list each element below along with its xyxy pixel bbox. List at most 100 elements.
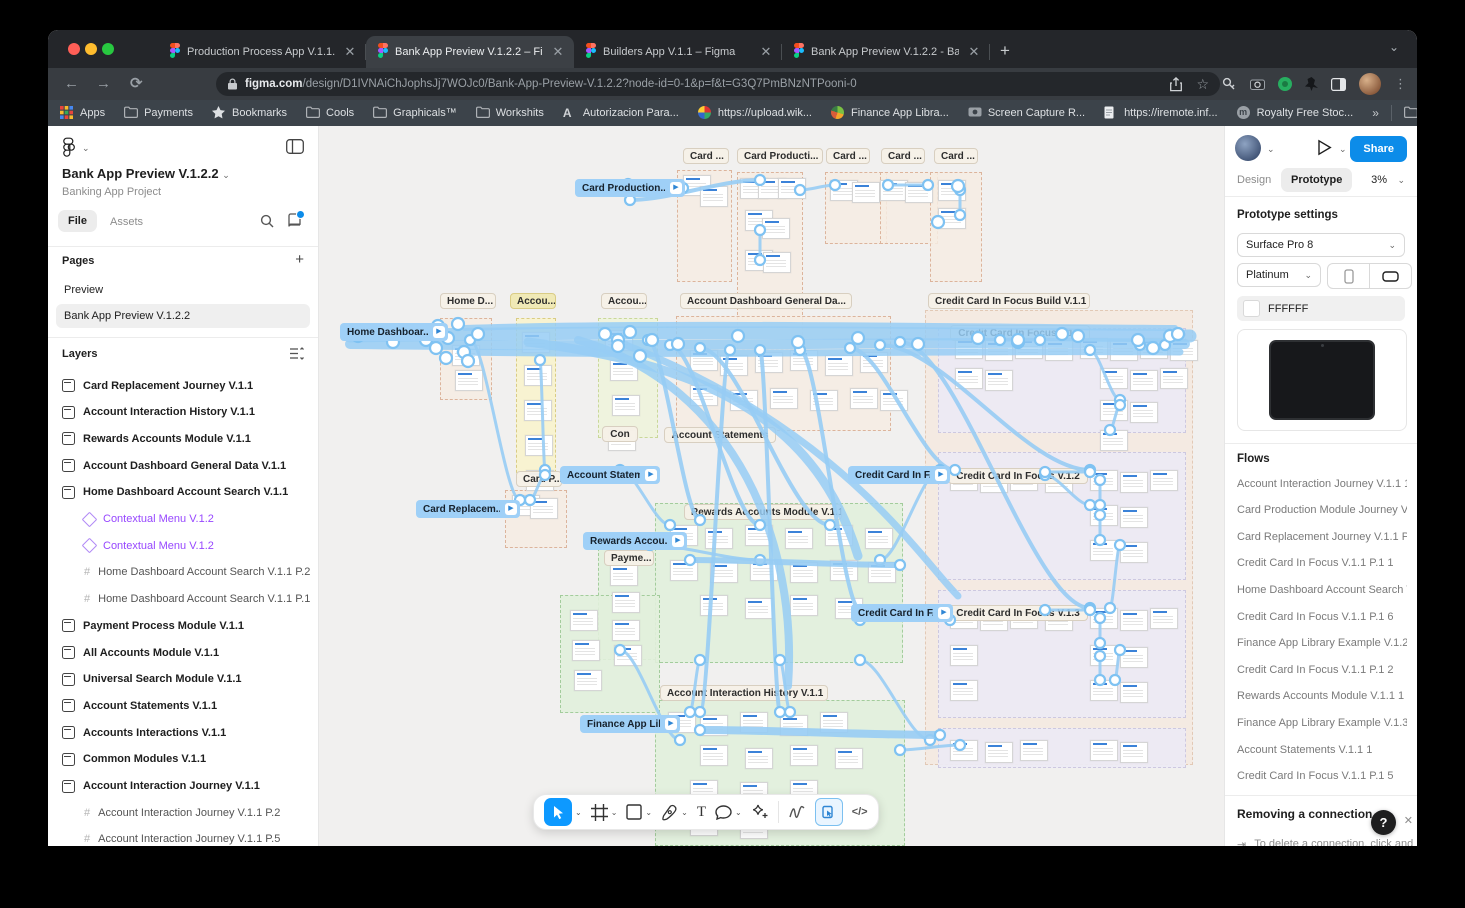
- bookmark-item[interactable]: Workshits: [476, 106, 544, 120]
- flow-start-pill[interactable]: Finance App Lib...▶: [580, 715, 680, 733]
- layer-item[interactable]: Universal Search Module V.1.1: [48, 666, 332, 693]
- zoom-chevron-icon[interactable]: ⌄: [1397, 175, 1405, 186]
- layer-item[interactable]: Contextual Menu V.1.2: [48, 532, 354, 559]
- page-item[interactable]: Preview: [56, 278, 310, 302]
- background-color-row[interactable]: FFFFFF: [1237, 296, 1405, 321]
- flow-item[interactable]: Credit Card In Focus V.1.1 P.1 2: [1237, 656, 1407, 683]
- model-select[interactable]: Platinum⌄: [1237, 263, 1321, 287]
- frame-tool[interactable]: ⌄: [591, 804, 618, 821]
- layer-item[interactable]: Common Modules V.1.1: [48, 746, 332, 773]
- flow-item[interactable]: Home Dashboard Account Search V.1.1 P.1: [1237, 576, 1407, 603]
- portrait-orientation-button[interactable]: [1328, 264, 1369, 288]
- layer-item[interactable]: All Accounts Module V.1.1: [48, 639, 332, 666]
- reload-icon[interactable]: ⟳: [130, 68, 143, 100]
- bookmark-item[interactable]: Apps: [60, 106, 105, 120]
- tab-design[interactable]: Design: [1237, 174, 1271, 186]
- actions-tool[interactable]: [751, 803, 769, 821]
- pen-tool-chevron-icon[interactable]: ⌄: [681, 808, 688, 817]
- flow-play-icon[interactable]: ▶: [505, 503, 517, 515]
- project-name[interactable]: Banking App Project: [62, 186, 161, 198]
- dev-mode-tool[interactable]: </>: [852, 806, 868, 818]
- pen-tool[interactable]: ⌄: [661, 804, 688, 821]
- layer-item[interactable]: Home Dashboard Account Search V.1.1: [48, 479, 332, 506]
- present-play-icon[interactable]: [1317, 139, 1332, 156]
- figma-logo-icon[interactable]: [62, 137, 77, 159]
- layer-item[interactable]: #Account Interaction Journey V.1.1 P.2: [48, 799, 354, 826]
- flow-start-pill[interactable]: Card Production...▶: [575, 179, 685, 197]
- move-tool-chevron-icon[interactable]: ⌄: [575, 808, 582, 817]
- bookmark-star-icon[interactable]: ☆: [1196, 68, 1209, 100]
- flow-item[interactable]: Credit Card In Focus V.1.1 P.1 6: [1237, 603, 1407, 630]
- bookmark-item[interactable]: Finance App Libra...: [831, 106, 949, 120]
- address-bar[interactable]: figma.com/design/D1IVNAiChJophsJj7WOJc0/…: [216, 72, 1220, 96]
- flow-play-icon[interactable]: ▶: [665, 718, 677, 730]
- text-tool[interactable]: T: [697, 804, 706, 821]
- flow-play-icon[interactable]: ▶: [433, 326, 445, 338]
- libraries-icon[interactable]: [287, 213, 302, 233]
- shape-tool[interactable]: ⌄: [626, 804, 652, 820]
- layer-item[interactable]: Card Replacement Journey V.1.1: [48, 372, 332, 399]
- layer-item[interactable]: #Account Interaction Journey V.1.1 P.5: [48, 826, 354, 846]
- flow-item[interactable]: Credit Card In Focus V.1.1 P.1 5: [1237, 763, 1407, 790]
- screen-capture-extension-icon[interactable]: [1250, 78, 1265, 90]
- page-item[interactable]: Bank App Preview V.1.2.2: [56, 304, 310, 328]
- flow-item[interactable]: Credit Card In Focus V.1.1 P.1 1: [1237, 550, 1407, 577]
- layer-item[interactable]: Account Interaction History V.1.1: [48, 399, 332, 426]
- close-tab-icon[interactable]: ✕: [550, 44, 566, 60]
- browser-tab[interactable]: Bank App Preview V.1.2.2 – Fig✕: [366, 36, 574, 68]
- flow-play-icon[interactable]: ▶: [645, 469, 657, 481]
- bookmark-item[interactable]: Cools: [306, 106, 354, 120]
- flow-play-icon[interactable]: ▶: [938, 607, 950, 619]
- avatar-chevron-icon[interactable]: ⌄: [1267, 144, 1275, 155]
- bookmark-item[interactable]: Screen Capture R...: [968, 106, 1085, 120]
- maximize-window-button[interactable]: [102, 43, 114, 55]
- flow-play-icon[interactable]: ▶: [672, 535, 684, 547]
- close-help-icon[interactable]: ✕: [1404, 814, 1413, 827]
- close-tab-icon[interactable]: ✕: [758, 44, 774, 60]
- layer-item[interactable]: Account Statements V.1.1: [48, 692, 332, 719]
- close-window-button[interactable]: [68, 43, 80, 55]
- move-tool-icon[interactable]: [544, 798, 572, 826]
- back-icon[interactable]: ←: [64, 68, 79, 100]
- flow-item[interactable]: Card Replacement Journey V.1.1 Preview 1: [1237, 523, 1407, 550]
- search-icon[interactable]: [260, 214, 274, 228]
- layer-item[interactable]: Payment Process Module V.1.1: [48, 612, 332, 639]
- move-tool[interactable]: ⌄: [544, 798, 582, 826]
- bookmark-item[interactable]: Graphicals™: [373, 106, 457, 120]
- bookmark-item[interactable]: https://upload.wik...: [698, 106, 812, 120]
- file-title[interactable]: Bank App Preview V.1.2.2 ⌄: [62, 166, 230, 181]
- canvas[interactable]: Card ...Card Producti...Card ...Card ...…: [318, 126, 1225, 846]
- flow-item[interactable]: Finance App Library Example V.1.2 1: [1237, 630, 1407, 657]
- layer-item[interactable]: Rewards Accounts Module V.1.1: [48, 425, 332, 452]
- browser-tab[interactable]: Builders App V.1.1 – Figma✕: [574, 36, 782, 68]
- forward-icon[interactable]: →: [96, 68, 111, 100]
- flow-start-pill[interactable]: Credit Card In F...▶: [851, 604, 953, 622]
- user-avatar[interactable]: [1235, 135, 1261, 161]
- layer-item[interactable]: Contextual Menu V.1.2: [48, 506, 354, 533]
- tab-search-chevron-icon[interactable]: ⌄: [1389, 40, 1399, 54]
- comment-tool[interactable]: ⌄: [715, 805, 742, 820]
- flow-start-pill[interactable]: Account Statem...▶: [560, 466, 660, 484]
- flow-item[interactable]: Card Production Module Journey V.1.1 P.1: [1237, 497, 1407, 524]
- flow-item[interactable]: Account Interaction Journey V.1.1 1: [1237, 470, 1407, 497]
- layer-item[interactable]: Accounts Interactions V.1.1: [48, 719, 332, 746]
- shape-tool-chevron-icon[interactable]: ⌄: [645, 808, 652, 817]
- bookmark-item[interactable]: AAutorizacion Para...: [563, 106, 679, 120]
- comment-tool-chevron-icon[interactable]: ⌄: [735, 808, 742, 817]
- tab-assets[interactable]: Assets: [110, 216, 143, 228]
- bookmarks-overflow-chevrons[interactable]: »: [1372, 106, 1379, 120]
- layer-item[interactable]: Account Interaction Journey V.1.1: [48, 773, 332, 800]
- present-chevron-icon[interactable]: ⌄: [1339, 144, 1347, 155]
- flow-item[interactable]: Finance App Library Example V.1.3 1: [1237, 709, 1407, 736]
- new-tab-button[interactable]: +: [1000, 36, 1010, 68]
- layers-sort-icon[interactable]: [290, 347, 304, 360]
- add-page-button[interactable]: +: [295, 251, 304, 268]
- flow-start-pill[interactable]: Credit Card In F...▶: [848, 466, 950, 484]
- all-bookmarks-button[interactable]: All Bookmarks: [1404, 106, 1417, 120]
- layer-item[interactable]: Account Dashboard General Data V.1.1: [48, 452, 332, 479]
- flow-start-pill[interactable]: Card Replacem...▶: [416, 500, 520, 518]
- close-tab-icon[interactable]: ✕: [966, 44, 982, 60]
- flow-play-icon[interactable]: ▶: [935, 469, 947, 481]
- share-button[interactable]: Share: [1350, 136, 1407, 162]
- close-tab-icon[interactable]: ✕: [342, 44, 358, 60]
